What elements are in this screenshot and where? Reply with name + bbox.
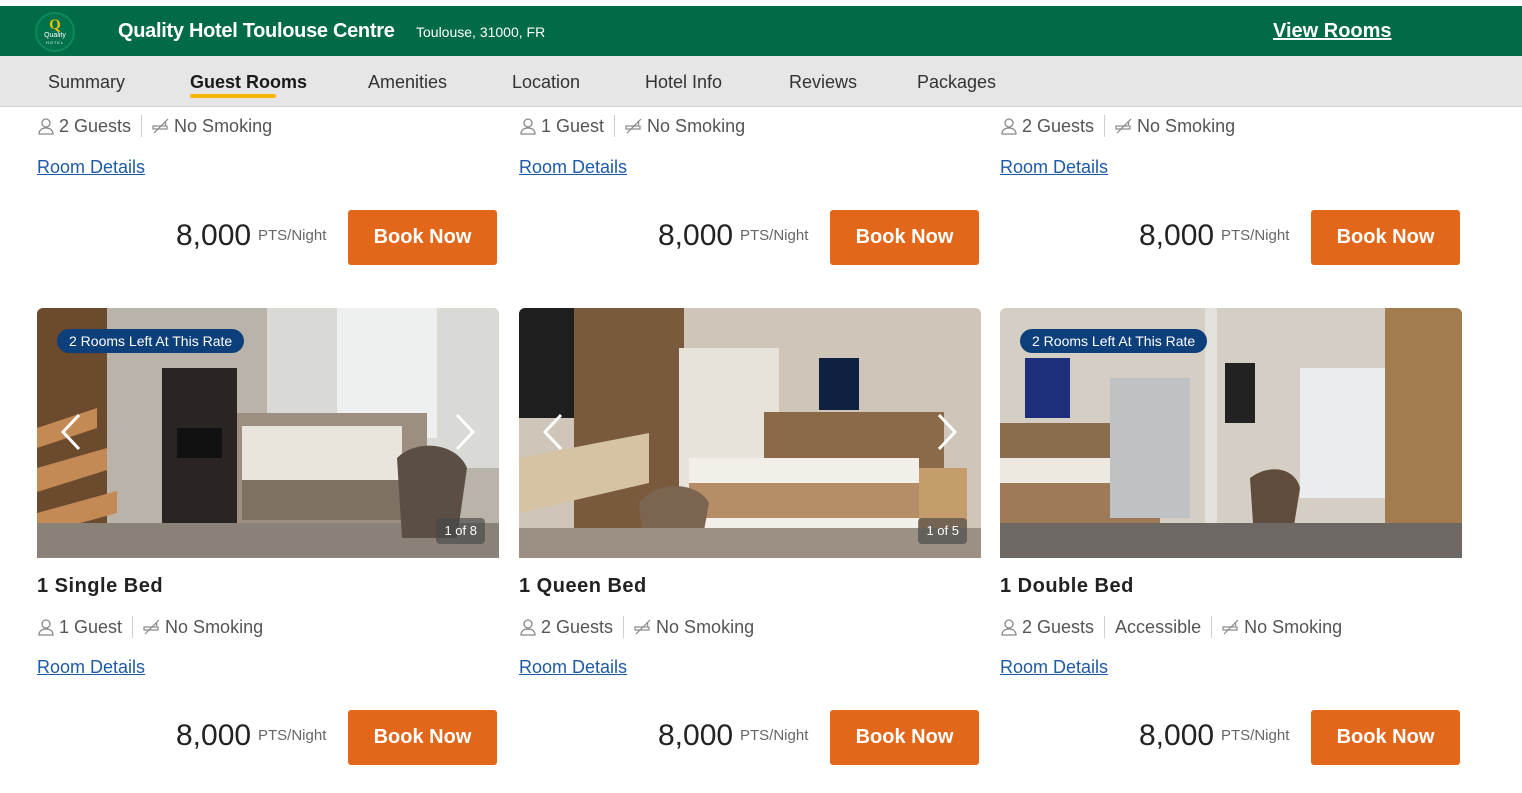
person-icon xyxy=(1001,118,1017,135)
book-now-button[interactable]: Book Now xyxy=(830,710,979,765)
book-now-button[interactable]: Book Now xyxy=(348,210,497,265)
hotel-name: Quality Hotel Toulouse Centre xyxy=(118,20,395,42)
book-now-button[interactable]: Book Now xyxy=(1311,210,1460,265)
room-title: 1 Double Bed xyxy=(1000,575,1134,597)
price-unit: PTS/Night xyxy=(258,227,327,244)
no-smoking-icon xyxy=(1222,619,1239,635)
room-details-link[interactable]: Room Details xyxy=(519,657,627,678)
meta-divider xyxy=(614,115,616,137)
smoking-policy: No Smoking xyxy=(1244,616,1343,637)
top-bar: Q Quality HOTEL Quality Hotel Toulouse C… xyxy=(0,6,1522,56)
smoking-policy: No Smoking xyxy=(165,616,264,637)
room-details-link[interactable]: Room Details xyxy=(37,657,145,678)
guest-count: 1 Guest xyxy=(59,616,123,637)
quality-hotel-logo[interactable]: Q Quality HOTEL xyxy=(35,12,75,52)
room-details-link[interactable]: Room Details xyxy=(1000,657,1108,678)
room-meta: 2 Guests Accessible No Smoking xyxy=(1000,616,1342,638)
photo-counter: 1 of 5 xyxy=(918,518,967,544)
room-details-link[interactable]: Room Details xyxy=(519,157,627,178)
no-smoking-icon xyxy=(143,619,160,635)
chevron-right-icon[interactable] xyxy=(453,411,479,453)
no-smoking-icon xyxy=(634,619,651,635)
guest-count: 2 Guests xyxy=(1022,616,1095,637)
photo-counter: 1 of 8 xyxy=(436,518,485,544)
meta-divider xyxy=(1104,616,1106,638)
section-tabs: Summary Guest Rooms Amenities Location H… xyxy=(0,56,1522,107)
person-icon xyxy=(520,619,536,636)
tab-hotel-info[interactable]: Hotel Info xyxy=(645,72,722,93)
person-icon xyxy=(1001,619,1017,636)
guest-count: 2 Guests xyxy=(59,115,132,136)
book-now-button[interactable]: Book Now xyxy=(1311,710,1460,765)
room-price: 8,000 xyxy=(658,219,734,252)
accessible-label: Accessible xyxy=(1115,616,1202,637)
room-meta: 2 Guests No Smoking xyxy=(519,616,754,638)
meta-divider xyxy=(623,616,625,638)
price-unit: PTS/Night xyxy=(740,727,809,744)
room-title: 1 Queen Bed xyxy=(519,575,647,597)
rooms-left-badge: 2 Rooms Left At This Rate xyxy=(57,329,245,353)
room-meta: 1 Guest No Smoking xyxy=(519,115,745,137)
room-title: 1 Single Bed xyxy=(37,575,164,597)
room-price: 8,000 xyxy=(176,219,252,252)
room-photo-carousel[interactable]: 1 of 5 xyxy=(519,308,981,558)
price-unit: PTS/Night xyxy=(1221,227,1290,244)
smoking-policy: No Smoking xyxy=(647,115,746,136)
room-photo xyxy=(519,308,981,558)
guest-count: 1 Guest xyxy=(541,115,605,136)
room-photo-carousel[interactable]: 2 Rooms Left At This Rate 1 of 8 xyxy=(37,308,499,558)
tab-packages[interactable]: Packages xyxy=(917,72,996,93)
tab-guest-rooms[interactable]: Guest Rooms xyxy=(190,72,307,93)
room-price: 8,000 xyxy=(658,719,734,752)
book-now-button[interactable]: Book Now xyxy=(348,710,497,765)
room-meta: 1 Guest No Smoking xyxy=(37,616,263,638)
room-photo-carousel[interactable]: 2 Rooms Left At This Rate xyxy=(1000,308,1462,558)
book-now-button[interactable]: Book Now xyxy=(830,210,979,265)
room-price: 8,000 xyxy=(176,719,252,752)
hotel-location: Toulouse, 31000, FR xyxy=(416,24,546,40)
guest-count: 2 Guests xyxy=(541,616,614,637)
no-smoking-icon xyxy=(1115,118,1132,134)
no-smoking-icon xyxy=(625,118,642,134)
meta-divider xyxy=(132,616,134,638)
meta-divider xyxy=(1211,616,1213,638)
room-price: 8,000 xyxy=(1139,719,1215,752)
room-details-link[interactable]: Room Details xyxy=(37,157,145,178)
price-unit: PTS/Night xyxy=(1221,727,1290,744)
guest-count: 2 Guests xyxy=(1022,115,1095,136)
tab-reviews[interactable]: Reviews xyxy=(789,72,857,93)
smoking-policy: No Smoking xyxy=(656,616,755,637)
room-meta: 2 Guests No Smoking xyxy=(1000,115,1235,137)
chevron-right-icon[interactable] xyxy=(935,411,961,453)
view-rooms-link[interactable]: View Rooms xyxy=(1273,20,1392,43)
active-tab-indicator xyxy=(190,94,276,98)
meta-divider xyxy=(141,115,143,137)
tab-amenities[interactable]: Amenities xyxy=(368,72,447,93)
room-details-link[interactable]: Room Details xyxy=(1000,157,1108,178)
chevron-left-icon[interactable] xyxy=(57,411,83,453)
tab-location[interactable]: Location xyxy=(512,72,580,93)
room-price: 8,000 xyxy=(1139,219,1215,252)
person-icon xyxy=(38,118,54,135)
price-unit: PTS/Night xyxy=(740,227,809,244)
person-icon xyxy=(38,619,54,636)
smoking-policy: No Smoking xyxy=(1137,115,1236,136)
price-unit: PTS/Night xyxy=(258,727,327,744)
no-smoking-icon xyxy=(152,118,169,134)
rooms-left-badge: 2 Rooms Left At This Rate xyxy=(1020,329,1208,353)
smoking-policy: No Smoking xyxy=(174,115,273,136)
person-icon xyxy=(520,118,536,135)
tab-summary[interactable]: Summary xyxy=(48,72,125,93)
meta-divider xyxy=(1104,115,1106,137)
chevron-left-icon[interactable] xyxy=(539,411,565,453)
room-meta: 2 Guests No Smoking xyxy=(37,115,272,137)
